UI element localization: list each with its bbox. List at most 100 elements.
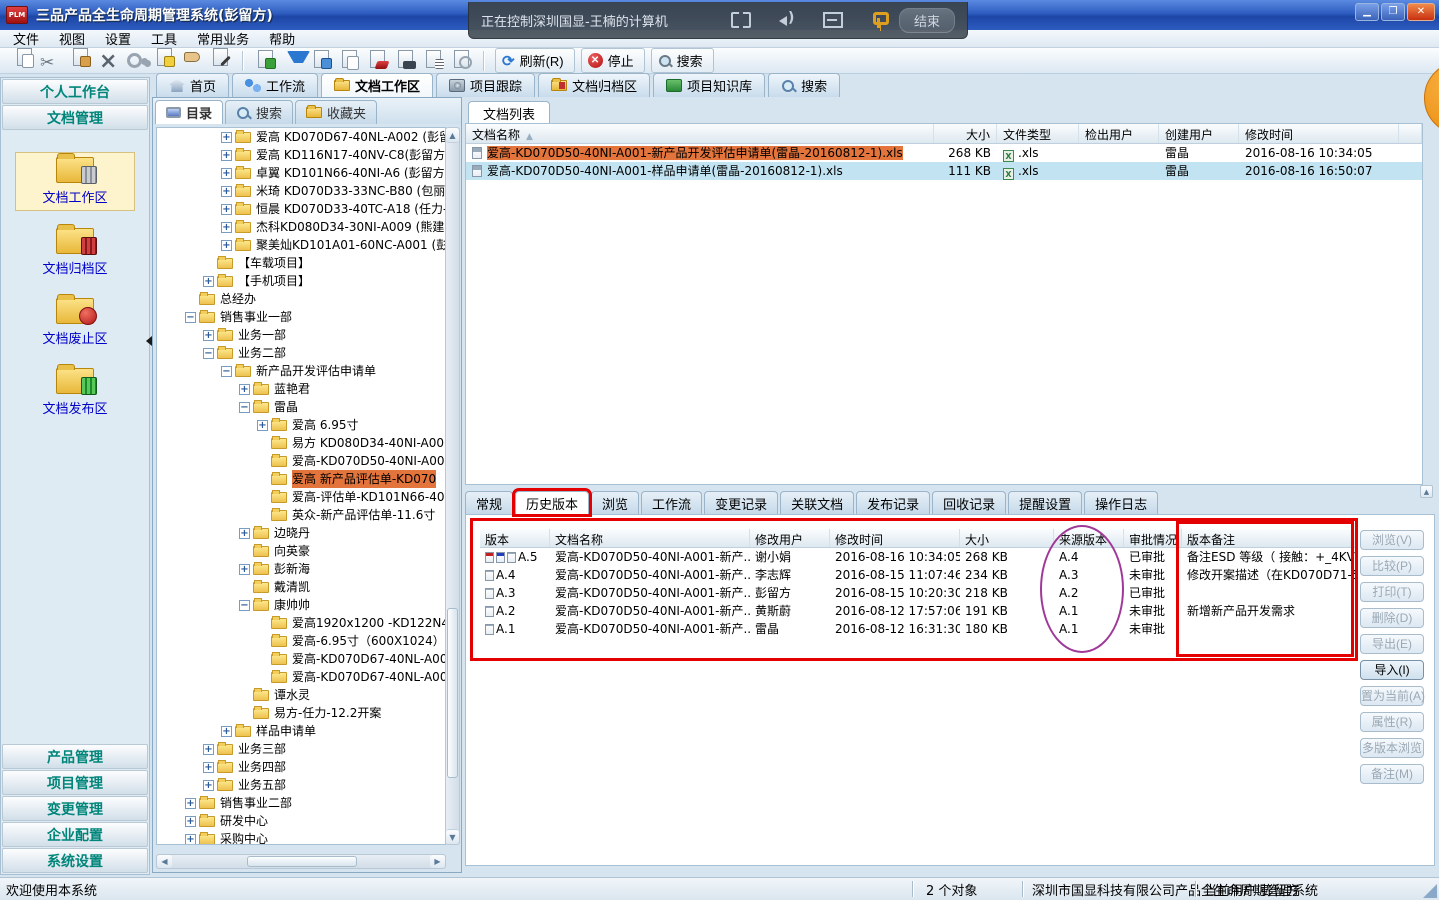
detail-tab[interactable]: 浏览 [591, 491, 639, 514]
doc-list-tab[interactable]: 文档列表 [468, 101, 550, 125]
sidebar-section-button[interactable]: 产品管理 [2, 744, 148, 769]
document-row[interactable]: 爱高-KD070D50-40NI-A001-样品申请单(雷晶-20160812-… [466, 162, 1422, 180]
main-tab[interactable]: 项目知识库 [653, 73, 765, 97]
tree-toggle-icon[interactable] [203, 276, 214, 287]
tree-node[interactable]: 销售事业一部 [157, 308, 445, 326]
scrollbar-thumb[interactable] [447, 608, 458, 778]
action-button[interactable]: 置为当前(A) [1360, 686, 1424, 706]
end-session-button[interactable]: 结束 [899, 8, 955, 33]
sound-icon[interactable] [777, 12, 797, 28]
action-button[interactable]: 打印(T) [1360, 582, 1424, 602]
action-button[interactable]: 删除(D) [1360, 608, 1424, 628]
tree-toggle-icon[interactable] [203, 330, 214, 341]
tree-toggle-icon[interactable] [185, 798, 196, 809]
tree-toggle-icon[interactable] [221, 366, 232, 377]
tree-node[interactable]: 【手机项目】 [157, 272, 445, 290]
tree-node[interactable]: 爱高-KD070D67-40NL-A002- [157, 668, 445, 686]
tree-node[interactable]: 英众-新产品评估单-11.6寸 [157, 506, 445, 524]
main-tab[interactable]: 文档工作区 [321, 73, 433, 97]
close-button[interactable]: ✕ [1407, 3, 1435, 21]
tree-node[interactable]: 易方 KD080D34-40NI-A00 [157, 434, 445, 452]
action-button[interactable]: 属性(R) [1360, 712, 1424, 732]
tree-node[interactable]: 卓翼 KD101N66-40NI-A6 (彭留方- [157, 164, 445, 182]
tree-node[interactable]: 爱高 KD070D67-40NL-A002 (彭留方 [157, 128, 445, 146]
scroll-left-icon[interactable]: ◀ [157, 855, 172, 868]
col-modify-time[interactable]: 修改时间 [830, 529, 960, 547]
key-icon[interactable] [124, 46, 148, 68]
point-icon[interactable] [180, 46, 204, 68]
tree-node[interactable]: 蓝艳君 [157, 380, 445, 398]
scrollbar-thumb[interactable] [247, 856, 357, 867]
col-size[interactable]: 大小 [934, 124, 997, 143]
tree-toggle-icon[interactable] [221, 168, 232, 179]
tree-tab[interactable]: 收藏夹 [295, 100, 377, 124]
detail-tab[interactable]: 历史版本 [515, 491, 589, 514]
tree-toggle-icon[interactable] [221, 150, 232, 161]
main-tab[interactable]: 文档归档区 [538, 73, 650, 97]
sidebar-section-button[interactable]: 系统设置 [2, 848, 148, 873]
scroll-up-icon[interactable]: ▲ [446, 128, 459, 143]
col-modify-user[interactable]: 修改用户 [750, 529, 830, 547]
tree-node[interactable]: 业务四部 [157, 758, 445, 776]
tree-toggle-icon[interactable] [203, 744, 214, 755]
tree-node[interactable]: 杰科KD080D34-30NI-A009 (熊建洪 [157, 218, 445, 236]
detail-tab[interactable]: 常规 [465, 491, 513, 514]
tree-node[interactable]: 业务五部 [157, 776, 445, 794]
scroll-right-icon[interactable]: ▶ [430, 855, 445, 868]
resize-grip-icon[interactable] [1423, 884, 1437, 898]
action-button[interactable]: 比较(P) [1360, 556, 1424, 576]
tree-node[interactable]: 聚美灿KD101A01-60NC-A001 (彭才 [157, 236, 445, 254]
col-doc-name[interactable]: 文档名称▲ [466, 124, 934, 143]
main-tab[interactable]: 项目跟踪 [436, 73, 535, 97]
tree-node[interactable]: 销售事业二部 [157, 794, 445, 812]
tree-toggle-icon[interactable] [239, 564, 250, 575]
detail-tab[interactable]: 提醒设置 [1008, 491, 1082, 514]
col-version-note[interactable]: 版本备注 [1182, 529, 1356, 547]
cancel-icon[interactable] [449, 48, 473, 70]
tree-horizontal-scrollbar[interactable]: ◀ ▶ [156, 854, 446, 869]
main-tab[interactable]: 搜索 [768, 73, 840, 97]
tree-toggle-icon[interactable] [239, 600, 250, 611]
tree-toggle-icon[interactable] [185, 816, 196, 827]
tree-node[interactable]: 向英豪 [157, 542, 445, 560]
download-icon[interactable] [281, 48, 305, 70]
tree-toggle-icon[interactable] [239, 528, 250, 539]
edit-icon[interactable] [309, 48, 333, 70]
col-doc-name[interactable]: 文档名称 [550, 529, 750, 547]
sidebar-section-button[interactable]: 文档管理 [2, 105, 148, 130]
sidebar-item[interactable]: 文档发布区 [15, 364, 135, 421]
sidebar-item[interactable]: 文档归档区 [15, 224, 135, 281]
paste-icon[interactable] [68, 46, 92, 68]
tree-node[interactable]: 爱高 6.95寸 [157, 416, 445, 434]
history-row[interactable]: A.3 爱高-KD070D50-40NI-A001-新产... 彭留方 2016… [480, 584, 1356, 602]
tree-toggle-icon[interactable] [221, 726, 232, 737]
tree-toggle-icon[interactable] [239, 384, 250, 395]
restore-button[interactable]: ❐ [1381, 3, 1405, 21]
col-size[interactable]: 大小 [960, 529, 1054, 547]
copy-icon[interactable] [12, 46, 36, 68]
col-file-type[interactable]: 文件类型 [997, 124, 1079, 143]
tree-node[interactable]: 雷晶 [157, 398, 445, 416]
scroll-down-icon[interactable]: ▼ [446, 829, 459, 844]
tree-node[interactable]: 业务三部 [157, 740, 445, 758]
copydoc-icon[interactable] [337, 48, 361, 70]
action-button[interactable]: 备注(M) [1360, 764, 1424, 784]
tree-toggle-icon[interactable] [185, 312, 196, 323]
sidebar-section-button[interactable]: 企业配置 [2, 822, 148, 847]
tree-node[interactable]: 康帅帅 [157, 596, 445, 614]
tree-vertical-scrollbar[interactable]: ▲ ▼ [445, 127, 460, 845]
delete-icon[interactable] [96, 52, 120, 74]
col-creator[interactable]: 创建用户 [1159, 124, 1239, 143]
sidebar-section-button[interactable]: 个人工作台 [2, 79, 148, 104]
tree-toggle-icon[interactable] [221, 240, 232, 251]
tree-toggle-icon[interactable] [185, 834, 196, 845]
sign-icon[interactable] [208, 46, 232, 68]
detail-tab[interactable]: 工作流 [641, 491, 702, 514]
menu-item[interactable]: 帮助 [260, 28, 304, 49]
tree-toggle-icon[interactable] [221, 132, 232, 143]
sidebar-section-button[interactable]: 项目管理 [2, 770, 148, 795]
col-modified[interactable]: 修改时间 [1239, 124, 1399, 143]
window-switch-icon[interactable] [823, 12, 843, 28]
sidebar-item[interactable]: 文档废止区 [15, 294, 135, 351]
tree-node[interactable]: 恒晨 KD070D33-40TC-A18 (任力-2 [157, 200, 445, 218]
